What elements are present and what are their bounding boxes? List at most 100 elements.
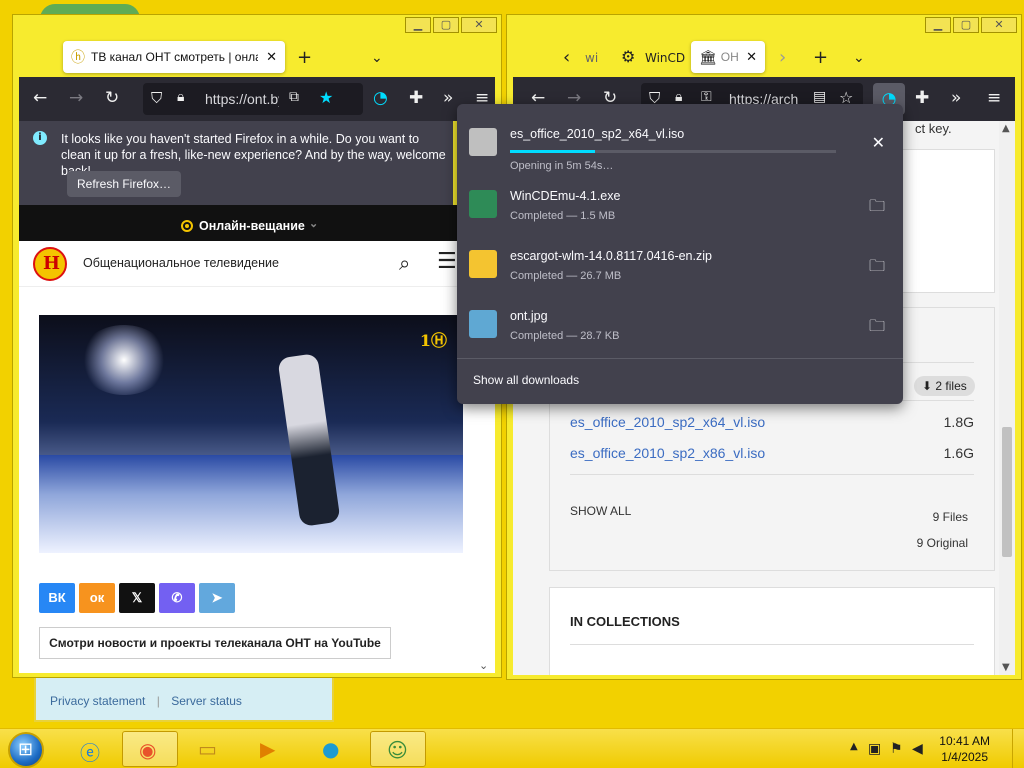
file-link[interactable]: es_office_2010_sp2_x64_vl.iso xyxy=(570,414,765,430)
ont-logo[interactable] xyxy=(33,247,67,281)
refresh-firefox-button[interactable]: Refresh Firefox… xyxy=(67,171,182,197)
downloads-icon[interactable]: ◔ xyxy=(373,88,388,108)
ok-share-button[interactable]: ок xyxy=(79,583,115,613)
new-tab-icon[interactable]: + xyxy=(297,47,312,68)
close-window-button[interactable]: ✕ xyxy=(461,17,497,33)
new-tab-icon[interactable]: + xyxy=(813,47,828,68)
desktop: Privacy statement | Server status ▁ ▢ ✕ … xyxy=(0,0,1024,728)
url-text[interactable]: https://ont.by xyxy=(205,91,279,107)
file-explorer-icon: ▭ xyxy=(198,737,217,761)
start-button[interactable]: ⊞ xyxy=(8,732,44,768)
tab-partial[interactable]: wi xyxy=(585,51,598,65)
cancel-icon[interactable]: ✕ xyxy=(872,133,885,153)
live-indicator-icon xyxy=(181,220,193,232)
close-window-button[interactable]: ✕ xyxy=(981,17,1017,33)
collections-card: IN COLLECTIONS xyxy=(549,587,995,675)
list-all-tabs-icon[interactable]: ⌄ xyxy=(853,50,865,66)
permissions-icon[interactable]: ⚿ xyxy=(701,89,712,105)
taskbar-media-player[interactable]: ▶ xyxy=(244,731,300,767)
download-item[interactable]: escargot-wlm-14.0.8117.0416-en.zip Compl… xyxy=(457,236,903,296)
show-all-link[interactable]: SHOW ALL xyxy=(570,504,631,518)
overflow-menu-icon[interactable]: » xyxy=(951,88,961,108)
download-item[interactable]: es_office_2010_sp2_x64_vl.iso Opening in… xyxy=(457,114,903,174)
extensions-icon[interactable]: ✚ xyxy=(409,88,423,108)
close-tab-icon[interactable]: ✕ xyxy=(746,49,757,65)
viber-share-button[interactable]: ✆ xyxy=(159,583,195,613)
archive-favicon-icon: 🏛︎ xyxy=(699,48,717,65)
minimize-button[interactable]: ▁ xyxy=(405,17,431,33)
link-separator: | xyxy=(156,694,160,708)
forward-icon[interactable]: → xyxy=(69,88,83,108)
reload-icon[interactable]: ↻ xyxy=(105,88,119,108)
search-icon[interactable]: ⌕ xyxy=(399,251,410,275)
live-broadcast-bar[interactable]: Онлайн-вещание ⌄ xyxy=(19,205,495,241)
channel-badge-logo: 1Ⓗ xyxy=(419,331,447,350)
youtube-button[interactable]: Смотри новости и проекты телеканала ОНТ … xyxy=(39,627,391,659)
picture-in-picture-icon[interactable]: ⧉ xyxy=(289,89,299,105)
tab-wincdemu[interactable]: WinCD xyxy=(645,51,685,65)
taskbar-messenger[interactable]: ● xyxy=(306,731,362,767)
folder-icon[interactable]: 🗀 xyxy=(869,195,885,222)
scroll-down-icon[interactable]: ▼ xyxy=(1002,662,1010,673)
spotlight xyxy=(79,325,169,395)
gear-icon: ⚙ xyxy=(621,47,636,66)
clock[interactable]: 10:41 AM 1/4/2025 xyxy=(939,733,990,765)
app-menu-icon[interactable]: ≡ xyxy=(987,88,1001,108)
media-player-icon: ▶ xyxy=(260,737,276,761)
files-count-pill[interactable]: ⬇ 2 files xyxy=(914,376,975,396)
scroll-down-icon[interactable]: ⌄ xyxy=(479,659,491,673)
download-item[interactable]: WinCDEmu-4.1.exe Completed — 1.5 MB 🗀 xyxy=(457,176,903,236)
minimize-button[interactable]: ▁ xyxy=(925,17,951,33)
window-caption-buttons: ▁ ▢ ✕ xyxy=(925,17,1017,33)
background-window: Privacy statement | Server status xyxy=(34,676,334,722)
taskbar-app[interactable]: ☺ xyxy=(370,731,426,767)
x-share-button[interactable]: 𝕏 xyxy=(119,583,155,613)
telegram-share-button[interactable]: ➤ xyxy=(199,583,235,613)
file-link[interactable]: es_office_2010_sp2_x86_vl.iso xyxy=(570,445,765,461)
action-center-flag-icon[interactable]: ⚑ xyxy=(890,741,903,757)
volume-icon[interactable]: ◀︎ xyxy=(912,741,923,757)
lock-icon[interactable]: 🔒︎ xyxy=(177,89,184,105)
list-all-tabs-icon[interactable]: ⌄ xyxy=(371,50,383,66)
server-status-link[interactable]: Server status xyxy=(171,694,242,708)
tracking-shield-icon[interactable]: ⛉ xyxy=(151,89,162,107)
download-status: Completed — 26.7 MB xyxy=(510,270,622,282)
files-count: 9 Files xyxy=(932,510,968,524)
show-desktop-button[interactable] xyxy=(1012,729,1024,768)
show-all-downloads-button[interactable]: Show all downloads xyxy=(473,373,579,387)
download-status: Completed — 1.5 MB xyxy=(510,210,616,222)
tab-archive[interactable]: 🏛︎ ОН ✕ xyxy=(691,41,765,73)
download-item[interactable]: ont.jpg Completed — 28.7 KB 🗀 xyxy=(457,296,903,356)
back-icon[interactable]: ← xyxy=(33,88,47,108)
show-hidden-icons-icon[interactable]: ▲ xyxy=(850,741,858,752)
scroll-tabs-right-icon[interactable]: › xyxy=(779,47,786,68)
scroll-up-icon[interactable]: ▲ xyxy=(1002,123,1010,134)
scroll-tabs-left-icon[interactable]: ‹ xyxy=(563,47,570,68)
close-tab-icon[interactable]: ✕ xyxy=(266,49,277,65)
tab-ont[interactable]: ⓗ ТВ канал ОНТ смотреть | онлайн ✕ xyxy=(63,41,285,73)
file-size: 1.8G xyxy=(943,414,974,430)
folder-icon[interactable]: 🗀 xyxy=(869,315,885,342)
page-scrollbar[interactable]: ▲ ▼ xyxy=(999,121,1015,675)
scrollbar-thumb[interactable] xyxy=(1002,427,1012,557)
download-filename: es_office_2010_sp2_x64_vl.iso xyxy=(510,127,685,141)
hamburger-menu-icon[interactable]: ☰ xyxy=(437,249,457,274)
live-label: Онлайн-вещание xyxy=(199,219,305,233)
maximize-button[interactable]: ▢ xyxy=(433,17,459,33)
overflow-menu-icon[interactable]: » xyxy=(443,88,453,108)
taskbar-ie[interactable]: ⓔ xyxy=(64,731,120,767)
bookmark-star-icon[interactable]: ★ xyxy=(319,88,333,107)
address-bar[interactable]: ⛉ 🔒︎ https://ont.by ⧉ ★ xyxy=(143,83,363,115)
reader-view-icon[interactable]: ▤ xyxy=(813,89,826,105)
taskbar-explorer[interactable]: ▭ xyxy=(182,731,238,767)
file-row: es_office_2010_sp2_x86_vl.iso 1.6G xyxy=(570,439,974,469)
maximize-button[interactable]: ▢ xyxy=(953,17,979,33)
taskbar-firefox[interactable]: ◉ xyxy=(122,731,178,767)
privacy-statement-link[interactable]: Privacy statement xyxy=(50,694,145,708)
extensions-icon[interactable]: ✚ xyxy=(915,88,929,108)
vk-share-button[interactable]: ВК xyxy=(39,583,75,613)
video-thumbnail[interactable]: 1Ⓗ xyxy=(39,315,463,553)
folder-icon[interactable]: 🗀 xyxy=(869,255,885,282)
lock-icon[interactable]: 🔒︎ xyxy=(675,89,682,105)
network-icon[interactable]: ▣ xyxy=(868,741,881,757)
